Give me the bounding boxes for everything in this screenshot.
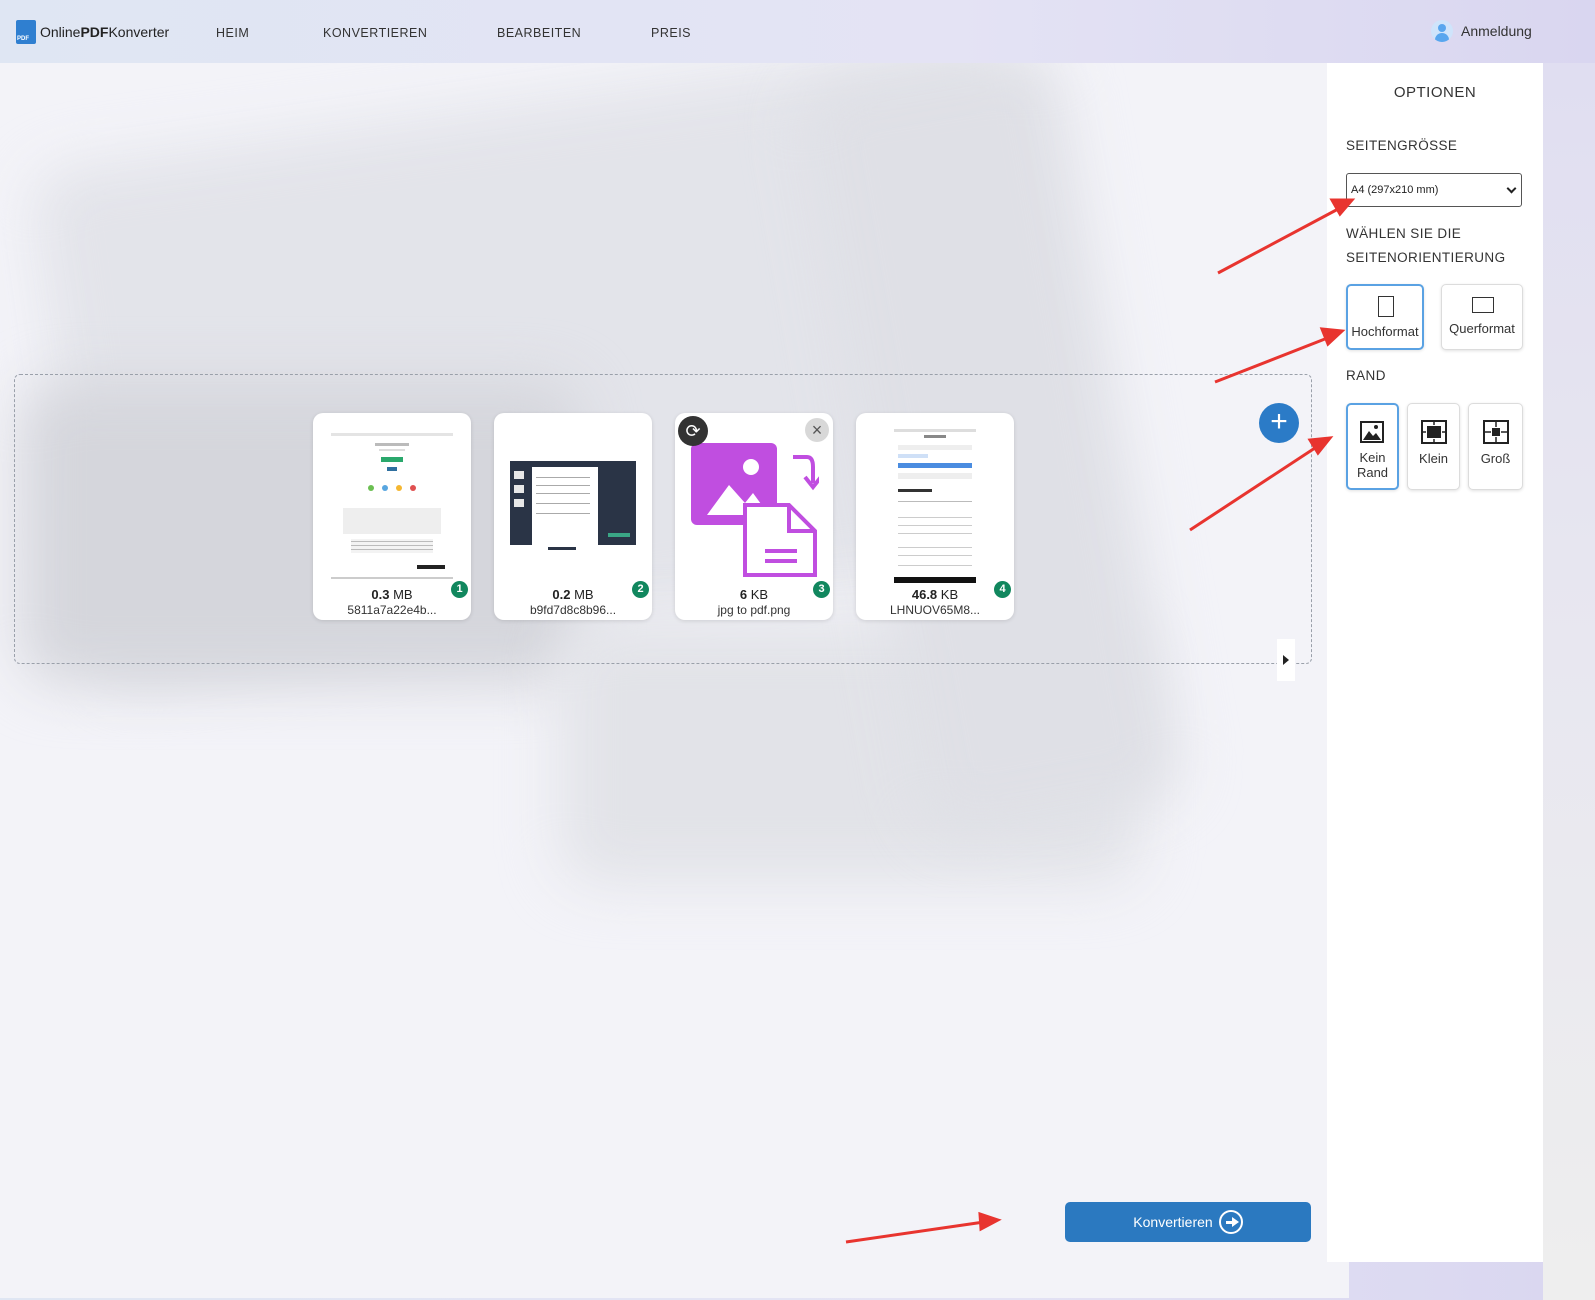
file-card[interactable]: ⟳ × 6 KB jpg to pdf.png 3 — [675, 413, 833, 620]
orientation-landscape-button[interactable]: Querformat — [1441, 284, 1523, 350]
nav-item-preis[interactable]: PREIS — [651, 26, 691, 40]
file-name: b9fd7d8c8b96... — [529, 603, 617, 617]
logo-text: OnlinePDFKonverter — [40, 24, 170, 40]
add-file-button[interactable]: + — [1259, 403, 1299, 443]
file-size: 0.2 MB — [552, 587, 594, 602]
margin-none-label-line1: Kein — [1359, 450, 1386, 465]
file-name: LHNUOV65M8... — [889, 603, 981, 617]
file-thumbnail — [870, 427, 1000, 585]
file-size: 6 KB — [739, 587, 769, 602]
chevron-down-icon — [1506, 183, 1517, 194]
orientation-label-line1: WÄHLEN SIE DIE — [1346, 226, 1462, 241]
convert-label: Konvertieren — [1133, 1214, 1213, 1230]
page-size-value: A4 (297x210 mm) — [1351, 184, 1439, 196]
blurred-laptop-background — [0, 63, 1349, 1298]
nav-item-konvertieren[interactable]: KONVERTIEREN — [323, 26, 427, 40]
workspace: 0.3 MB 5811a7a22e4b... 1 0.2 MB b9fd7d8c… — [0, 63, 1349, 1298]
orientation-label-line2: SEITENORIENTIERUNG — [1346, 250, 1506, 265]
file-drop-zone[interactable] — [14, 374, 1312, 664]
file-thumbnail — [508, 427, 638, 585]
right-edge-background — [1543, 63, 1595, 1300]
margin-large-button[interactable]: Groß — [1468, 403, 1523, 490]
landscape-page-icon — [1472, 297, 1494, 313]
arrow-right-circle-icon — [1218, 1210, 1243, 1234]
login-link[interactable]: Anmeldung — [1431, 20, 1532, 42]
file-card[interactable]: 0.2 MB b9fd7d8c8b96... 2 — [494, 413, 652, 620]
options-panel: OPTIONEN SEITENGRÖSSE A4 (297x210 mm) WÄ… — [1327, 63, 1543, 1262]
large-margin-icon — [1483, 420, 1509, 444]
login-label: Anmeldung — [1461, 23, 1532, 39]
nav-item-bearbeiten[interactable]: BEARBEITEN — [497, 26, 581, 40]
file-name: jpg to pdf.png — [717, 603, 791, 617]
page-size-label: SEITENGRÖSSE — [1346, 138, 1458, 153]
file-card[interactable]: 0.3 MB 5811a7a22e4b... 1 — [313, 413, 471, 620]
file-order-badge: 4 — [994, 581, 1011, 598]
margin-none-label-line2: Rand — [1356, 465, 1389, 480]
file-size: 46.8 KB — [911, 587, 959, 602]
file-order-badge: 2 — [632, 581, 649, 598]
file-order-badge: 3 — [813, 581, 830, 598]
page-size-select[interactable]: A4 (297x210 mm) — [1346, 173, 1522, 207]
landscape-label: Querformat — [1449, 321, 1515, 336]
file-thumbnail — [689, 427, 819, 585]
margin-small-label: Klein — [1419, 451, 1448, 466]
nav-item-heim[interactable]: HEIM — [216, 26, 249, 40]
margin-none-button[interactable]: Kein Rand — [1346, 403, 1399, 490]
margin-large-label: Groß — [1480, 451, 1511, 466]
user-icon — [1431, 20, 1453, 42]
image-icon — [1360, 421, 1384, 443]
rotate-icon[interactable]: ⟳ — [678, 416, 708, 446]
orientation-portrait-button[interactable]: Hochformat — [1346, 284, 1424, 350]
file-name: 5811a7a22e4b... — [347, 603, 437, 617]
portrait-label: Hochformat — [1351, 324, 1419, 339]
margin-small-button[interactable]: Klein — [1407, 403, 1460, 490]
file-size: 0.3 MB — [371, 587, 413, 602]
small-margin-icon — [1421, 420, 1447, 444]
close-icon[interactable]: × — [805, 418, 829, 442]
portrait-page-icon — [1378, 296, 1394, 317]
scroll-right-arrow-icon[interactable] — [1277, 639, 1295, 681]
file-thumbnail — [327, 427, 457, 585]
file-card[interactable]: 46.8 KB LHNUOV65M8... 4 — [856, 413, 1014, 620]
convert-button[interactable]: Konvertieren — [1065, 1202, 1311, 1242]
top-navigation-bar: OnlinePDFKonverter HEIM KONVERTIEREN BEA… — [0, 0, 1595, 64]
site-logo[interactable]: OnlinePDFKonverter — [16, 20, 169, 44]
options-title: OPTIONEN — [1393, 84, 1477, 101]
margin-label: RAND — [1346, 368, 1386, 383]
pdf-logo-icon — [16, 20, 36, 44]
file-order-badge: 1 — [451, 581, 468, 598]
